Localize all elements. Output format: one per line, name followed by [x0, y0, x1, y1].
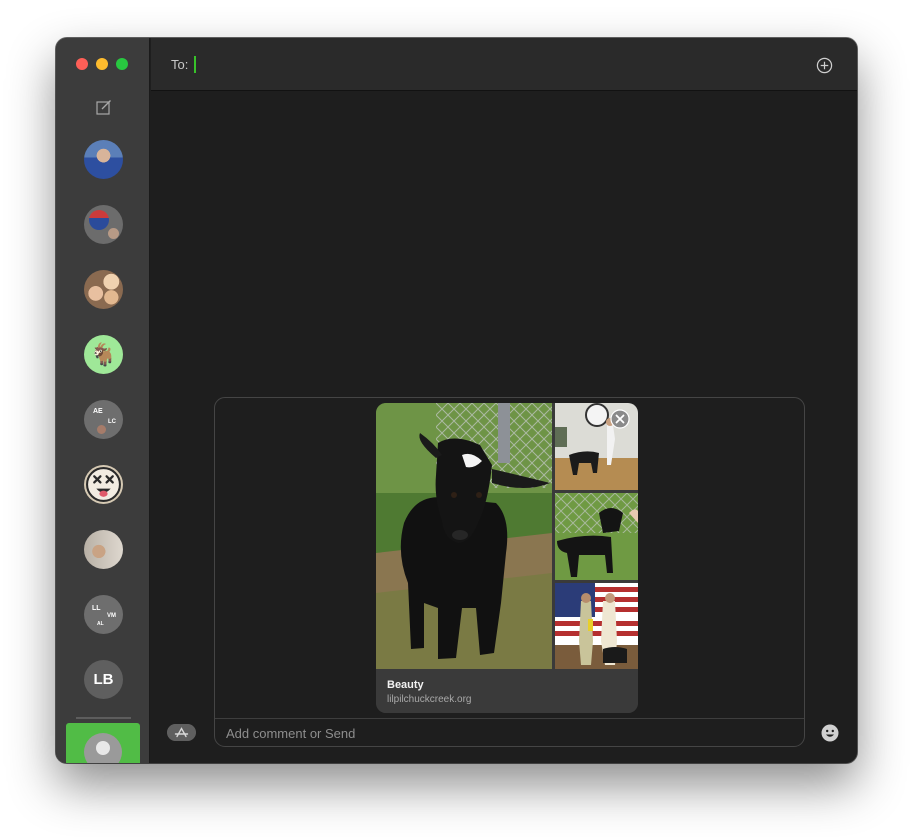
avatar-initials: VM: [107, 613, 116, 619]
new-message-conversation[interactable]: [66, 723, 140, 763]
avatar-initials: LC: [108, 419, 116, 425]
goat-photo: [376, 403, 552, 669]
avatar-initials: AE: [93, 408, 103, 415]
conversation-avatar[interactable]: [84, 205, 123, 244]
fair-ribbon-photo: [555, 583, 638, 669]
add-recipient-icon[interactable]: [816, 57, 833, 74]
recipient-bar: To:: [151, 38, 857, 91]
preview-title: Beauty: [387, 679, 424, 691]
avatar-initials: LL: [92, 605, 101, 612]
conversation-avatar[interactable]: [84, 465, 123, 504]
remove-preview-icon[interactable]: [610, 409, 630, 429]
goat-icon: 🐐: [89, 341, 118, 367]
recipient-text-caret[interactable]: [194, 56, 196, 73]
minimize-window-button[interactable]: [96, 58, 108, 70]
compose-icon[interactable]: [95, 98, 113, 116]
zoom-window-button[interactable]: [116, 58, 128, 70]
avatar-initials: LB: [93, 671, 114, 688]
preview-domain: lilpilchuckcreek.org: [387, 694, 472, 705]
conversation-avatar[interactable]: LB: [84, 660, 123, 699]
conversation-avatar[interactable]: LL VM AL: [84, 595, 123, 634]
person-placeholder-icon: [84, 733, 122, 763]
close-window-button[interactable]: [76, 58, 88, 70]
conversation-avatar[interactable]: [84, 140, 123, 179]
emoji-picker-icon[interactable]: [821, 724, 839, 742]
dizzy-face-icon: [86, 467, 121, 502]
conversation-avatar[interactable]: [84, 530, 123, 569]
conversation-avatar[interactable]: [84, 270, 123, 309]
link-preview[interactable]: Beauty lilpilchuckcreek.org: [376, 403, 638, 713]
conversation-avatar[interactable]: AE LC: [84, 400, 123, 439]
app-store-icon[interactable]: [167, 724, 196, 741]
to-label: To:: [171, 57, 189, 72]
conversation-sidebar: 🐐 AE LC LL VM AL LB: [56, 38, 150, 763]
messages-window: 🐐 AE LC LL VM AL LB To: Beauty lilpilchu…: [56, 38, 857, 763]
avatar-initials: AL: [97, 621, 104, 627]
message-input[interactable]: [226, 724, 786, 742]
goat-closeup-photo: [555, 493, 638, 580]
conversation-pane: To: Beauty lilpilchuckcreek.org Add comm…: [151, 38, 857, 763]
conversation-avatar[interactable]: 🐐: [84, 335, 123, 374]
preview-caption: Beauty lilpilchuckcreek.org: [376, 669, 638, 713]
sidebar-divider: [76, 717, 131, 719]
compose-divider: [215, 718, 804, 719]
